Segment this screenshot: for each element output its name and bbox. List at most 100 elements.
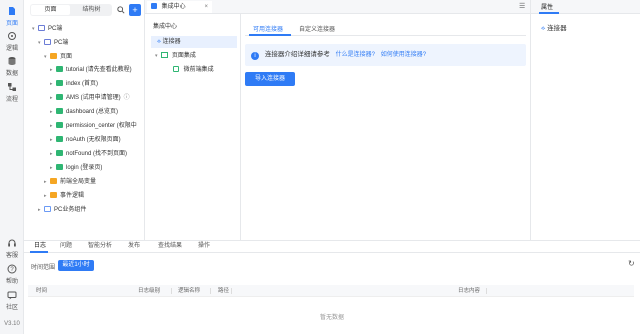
properties-item: ⟡ 连接器 xyxy=(541,22,567,33)
component-icon xyxy=(44,206,51,212)
info-icon: i xyxy=(251,52,259,60)
tab-page[interactable]: 页面 xyxy=(31,5,70,15)
rail-item-help[interactable]: ? 帮助 xyxy=(0,264,24,285)
refresh-icon[interactable]: ↻ xyxy=(628,259,635,268)
tree-item-label: 页面 xyxy=(60,54,73,60)
integration-item-micro-frontend-label: 微前端集成 xyxy=(183,67,214,73)
tree-item-label: 前端全局变量 xyxy=(60,179,97,185)
page-file-icon xyxy=(56,136,63,142)
add-button[interactable]: + xyxy=(129,4,141,16)
tree-item-label: notFound (找不到页面) xyxy=(66,151,128,157)
plus-icon: + xyxy=(132,5,138,15)
link-how-to-use[interactable]: 如何使用连接器? xyxy=(381,52,426,58)
rail-item-data[interactable]: 数据 xyxy=(0,56,24,77)
menu-icon[interactable]: ☰ xyxy=(519,2,525,10)
page-tree-panel: 页面 结构树 + ▾ PC端 ▾ PC端 ▾ 页面 ▸ tutorial (请先查看此教程) ▸… xyxy=(24,0,145,240)
monitor-icon xyxy=(44,39,51,45)
tree-item[interactable]: ▸ AMS (试用申请管理) ⓘ xyxy=(50,93,130,104)
community-icon xyxy=(7,291,17,300)
page-file-icon xyxy=(56,80,63,86)
column-log-content: 日志内容 xyxy=(458,288,481,294)
editor-tab-bar: 集成中心 × ☰ xyxy=(145,0,530,14)
tree-item[interactable]: ▸ noAuth (无权限页面) xyxy=(50,135,121,146)
tree-item[interactable]: ▸ 前端全局变量 xyxy=(44,177,96,188)
page-integration-icon xyxy=(161,52,169,58)
console-tab-smart-analysis[interactable]: 智能分析 xyxy=(88,241,112,252)
console-tab-publish[interactable]: 发布 xyxy=(128,241,140,252)
tab-integration-center[interactable]: 集成中心 × xyxy=(147,1,212,13)
tab-custom-connectors[interactable]: 自定义连接器 xyxy=(299,24,335,33)
active-tab-indicator xyxy=(249,34,291,36)
tree-item[interactable]: ▸ PC业务组件 xyxy=(38,205,86,216)
rail-label-flow: 流程 xyxy=(5,97,18,103)
tree-item[interactable]: ▸ index (首页) xyxy=(50,79,98,90)
headset-icon xyxy=(8,239,16,247)
integration-item-micro-frontend[interactable]: 微前端集成 xyxy=(173,64,214,76)
folder-icon xyxy=(50,53,57,59)
folder-icon xyxy=(50,192,57,198)
column-time: 时间 xyxy=(36,288,48,294)
tree-item[interactable]: ▾ 页面 xyxy=(44,52,72,63)
page-file-icon xyxy=(56,164,63,170)
column-separator xyxy=(171,288,172,294)
info-banner: i 连接器介绍详细请参考 什么是连接器? 如何使用连接器? xyxy=(245,44,526,66)
logic-icon xyxy=(8,32,16,40)
tab-structure-tree[interactable]: 结构树 xyxy=(72,5,111,15)
tab-properties[interactable]: 属性 xyxy=(541,2,553,11)
console-panel: 日志 问题 智能分析 发布 查找结果 操作 时间范围 最近1小时 ↻ 时间 日志… xyxy=(24,240,640,334)
page-icon xyxy=(9,7,15,15)
tree-item[interactable]: ▾ PC端 xyxy=(32,24,62,35)
connector-main: 可用连接器 自定义连接器 i 连接器介绍详细请参考 什么是连接器? 如何使用连接… xyxy=(241,14,530,240)
tree-item-label: dashboard (总览页) xyxy=(66,109,119,115)
integration-tab-icon xyxy=(151,3,157,9)
tree-item-label: AMS (试用申请管理) xyxy=(66,95,121,101)
tree-item-label: login (登录页) xyxy=(66,165,103,171)
import-connector-button[interactable]: 导入连接器 xyxy=(245,72,295,86)
time-range-button[interactable]: 最近1小时 xyxy=(58,260,94,271)
tree-item[interactable]: ▸ permission_center (权限中 xyxy=(50,121,137,132)
column-log-level: 日志级别 xyxy=(138,288,161,294)
tab-available-connectors[interactable]: 可用连接器 xyxy=(253,24,283,33)
rail-item-logic[interactable]: 逻辑 xyxy=(0,31,24,52)
tree-item[interactable]: ▸ tutorial (请先查看此教程) xyxy=(50,65,132,76)
properties-tab-indicator xyxy=(539,12,559,14)
tree-item-label: permission_center (权限中 xyxy=(66,123,137,129)
tree-item-label: index (首页) xyxy=(66,81,99,87)
rail-label-data: 数据 xyxy=(5,71,18,77)
console-tab-problems[interactable]: 问题 xyxy=(60,241,72,252)
tree-item[interactable]: ▸ login (登录页) xyxy=(50,163,102,174)
help-icon: ? xyxy=(7,264,17,274)
tree-item[interactable]: ▸ 事件逻辑 xyxy=(44,191,84,202)
tree-item-label: noAuth (无权限页面) xyxy=(66,137,121,143)
tree-item-label: tutorial (请先查看此教程) xyxy=(66,67,132,73)
column-path: 路径 xyxy=(218,288,230,294)
console-tab-search-results[interactable]: 查找结果 xyxy=(158,241,182,252)
page-file-icon xyxy=(56,122,63,128)
tree-item[interactable]: ▾ PC端 xyxy=(38,38,68,49)
left-icon-rail: 页面 逻辑 数据 流程 客服 ? 帮助 社区 V3.10 xyxy=(0,0,24,334)
console-tab-operations[interactable]: 操作 xyxy=(198,241,210,252)
search-icon[interactable] xyxy=(117,6,125,14)
database-icon xyxy=(8,57,16,65)
tree-item-label: PC端 xyxy=(54,40,69,46)
tree-item[interactable]: ▸ notFound (找不到页面) xyxy=(50,149,127,160)
rail-label-support: 客服 xyxy=(5,253,18,259)
rail-item-community[interactable]: 社区 xyxy=(0,290,24,311)
log-table-header: 时间 日志级别 逻辑名称 路径 日志内容 xyxy=(28,285,634,297)
column-separator xyxy=(486,288,487,294)
tree-item[interactable]: ▸ dashboard (总览页) xyxy=(50,107,118,118)
page-file-icon xyxy=(56,66,63,72)
connector-icon: ⟡ xyxy=(157,39,161,45)
info-icon[interactable]: ⓘ xyxy=(124,95,130,101)
link-what-is-connector[interactable]: 什么是连接器? xyxy=(336,52,375,58)
rail-item-support[interactable]: 客服 xyxy=(0,238,24,259)
column-logic-name: 逻辑名称 xyxy=(178,288,201,294)
info-text: 连接器介绍详细请参考 xyxy=(264,51,330,58)
close-icon[interactable]: × xyxy=(204,1,208,13)
rail-item-flow[interactable]: 流程 xyxy=(0,82,24,103)
rail-label-page: 页面 xyxy=(5,21,18,27)
integration-item-page[interactable]: ▾ 页面集成 xyxy=(155,50,196,62)
integration-sidebar: 集成中心 ⟡ 连接器 ▾ 页面集成 微前端集成 xyxy=(145,14,241,240)
integration-item-connector[interactable]: ⟡ 连接器 xyxy=(151,36,237,48)
rail-item-page[interactable]: 页面 xyxy=(0,6,24,27)
